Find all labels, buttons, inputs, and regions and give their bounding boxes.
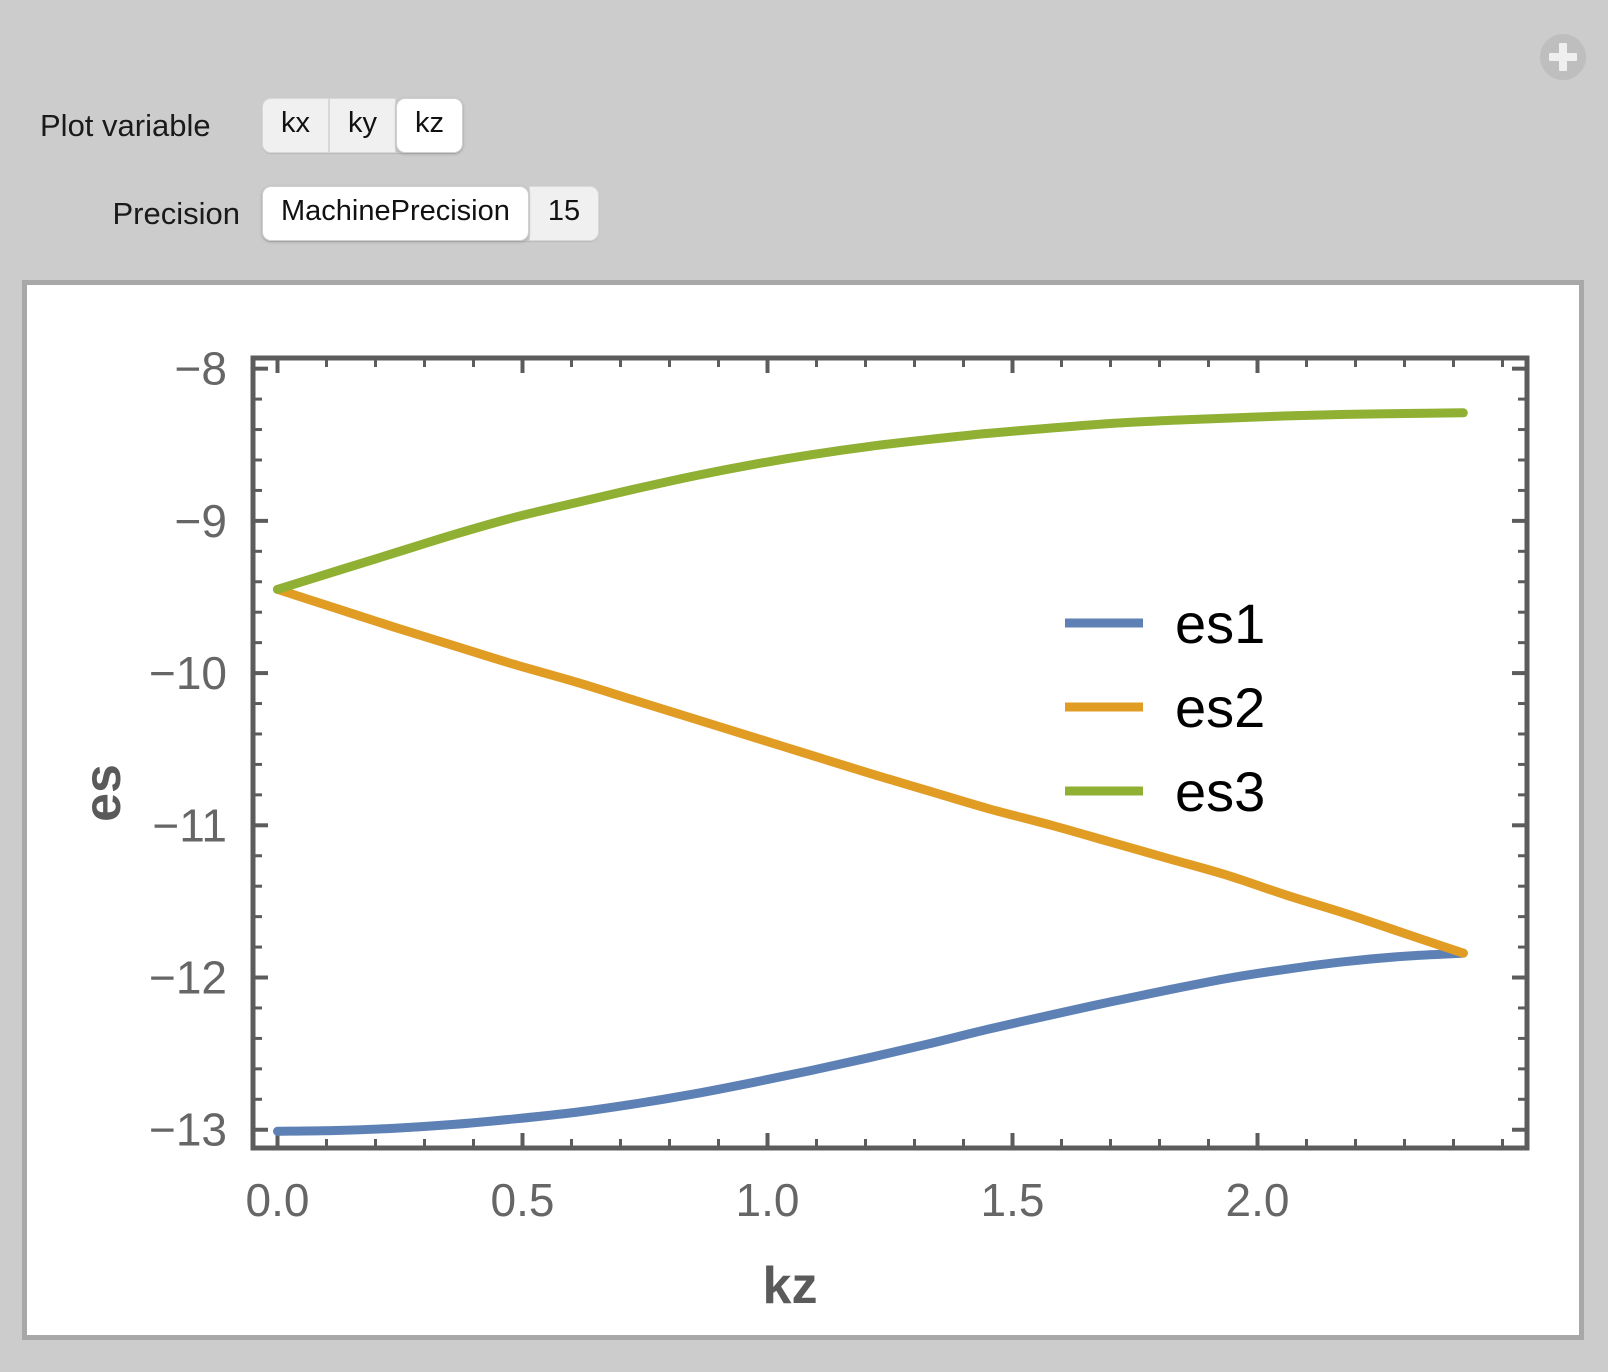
series-curves xyxy=(273,408,1468,1136)
chart-legend: es1 es2 es3 xyxy=(1065,592,1265,823)
x-axis-title: kz xyxy=(763,1257,818,1315)
precision-option-machineprecision[interactable]: MachinePrecision xyxy=(262,186,529,241)
plot-variable-option-kz[interactable]: kz xyxy=(396,98,463,153)
y-tick-label: −12 xyxy=(149,952,227,1004)
x-tick-label: 0.0 xyxy=(246,1174,310,1226)
precision-label: Precision xyxy=(112,195,241,231)
x-tick-label: 1.5 xyxy=(981,1174,1045,1226)
plot-variable-setter-bar[interactable]: kx ky kz xyxy=(262,98,463,153)
y-tick-label: −13 xyxy=(149,1104,227,1156)
x-tick-label: 1.0 xyxy=(736,1174,800,1226)
series-line-es1 xyxy=(273,948,1468,1136)
plus-circle-icon[interactable] xyxy=(1540,34,1586,80)
precision-option-15[interactable]: 15 xyxy=(528,186,600,241)
legend-label-es1: es1 xyxy=(1175,592,1265,655)
y-axis-title: es xyxy=(74,764,132,822)
manipulate-window: Plot variable kx ky kz Precision Machine… xyxy=(0,0,1608,1372)
control-panel: Plot variable kx ky kz Precision Machine… xyxy=(0,0,1608,272)
plot-variable-option-kx[interactable]: kx xyxy=(262,98,329,153)
plot-variable-control-row: Plot variable kx ky kz xyxy=(40,98,463,153)
precision-control-row: Precision MachinePrecision 15 xyxy=(40,186,600,241)
plot-panel: 0.0 0.5 1.0 1.5 2.0 −8 −9 −10 −11 −12 −13 kz es es1 es… xyxy=(22,280,1584,1340)
precision-setter-bar[interactable]: MachinePrecision 15 xyxy=(262,186,600,241)
y-tick-label: −8 xyxy=(175,343,227,395)
legend-label-es2: es2 xyxy=(1175,676,1265,739)
plot-variable-label: Plot variable xyxy=(40,107,211,143)
axis-ticks xyxy=(253,358,1527,1148)
legend-label-es3: es3 xyxy=(1175,760,1265,823)
x-tick-label: 2.0 xyxy=(1226,1174,1290,1226)
x-tick-label: 0.5 xyxy=(491,1174,555,1226)
series-line-es3 xyxy=(273,408,1468,594)
y-tick-label: −9 xyxy=(175,495,227,547)
y-tick-label: −11 xyxy=(152,799,227,851)
plot-frame xyxy=(250,355,1530,1151)
y-tick-label: −10 xyxy=(149,647,227,699)
plot-variable-option-ky[interactable]: ky xyxy=(329,98,396,153)
series-line-es2 xyxy=(273,584,1468,958)
line-chart: 0.0 0.5 1.0 1.5 2.0−8−9−10−11−12−13kzeses1es… xyxy=(74,343,1530,1315)
